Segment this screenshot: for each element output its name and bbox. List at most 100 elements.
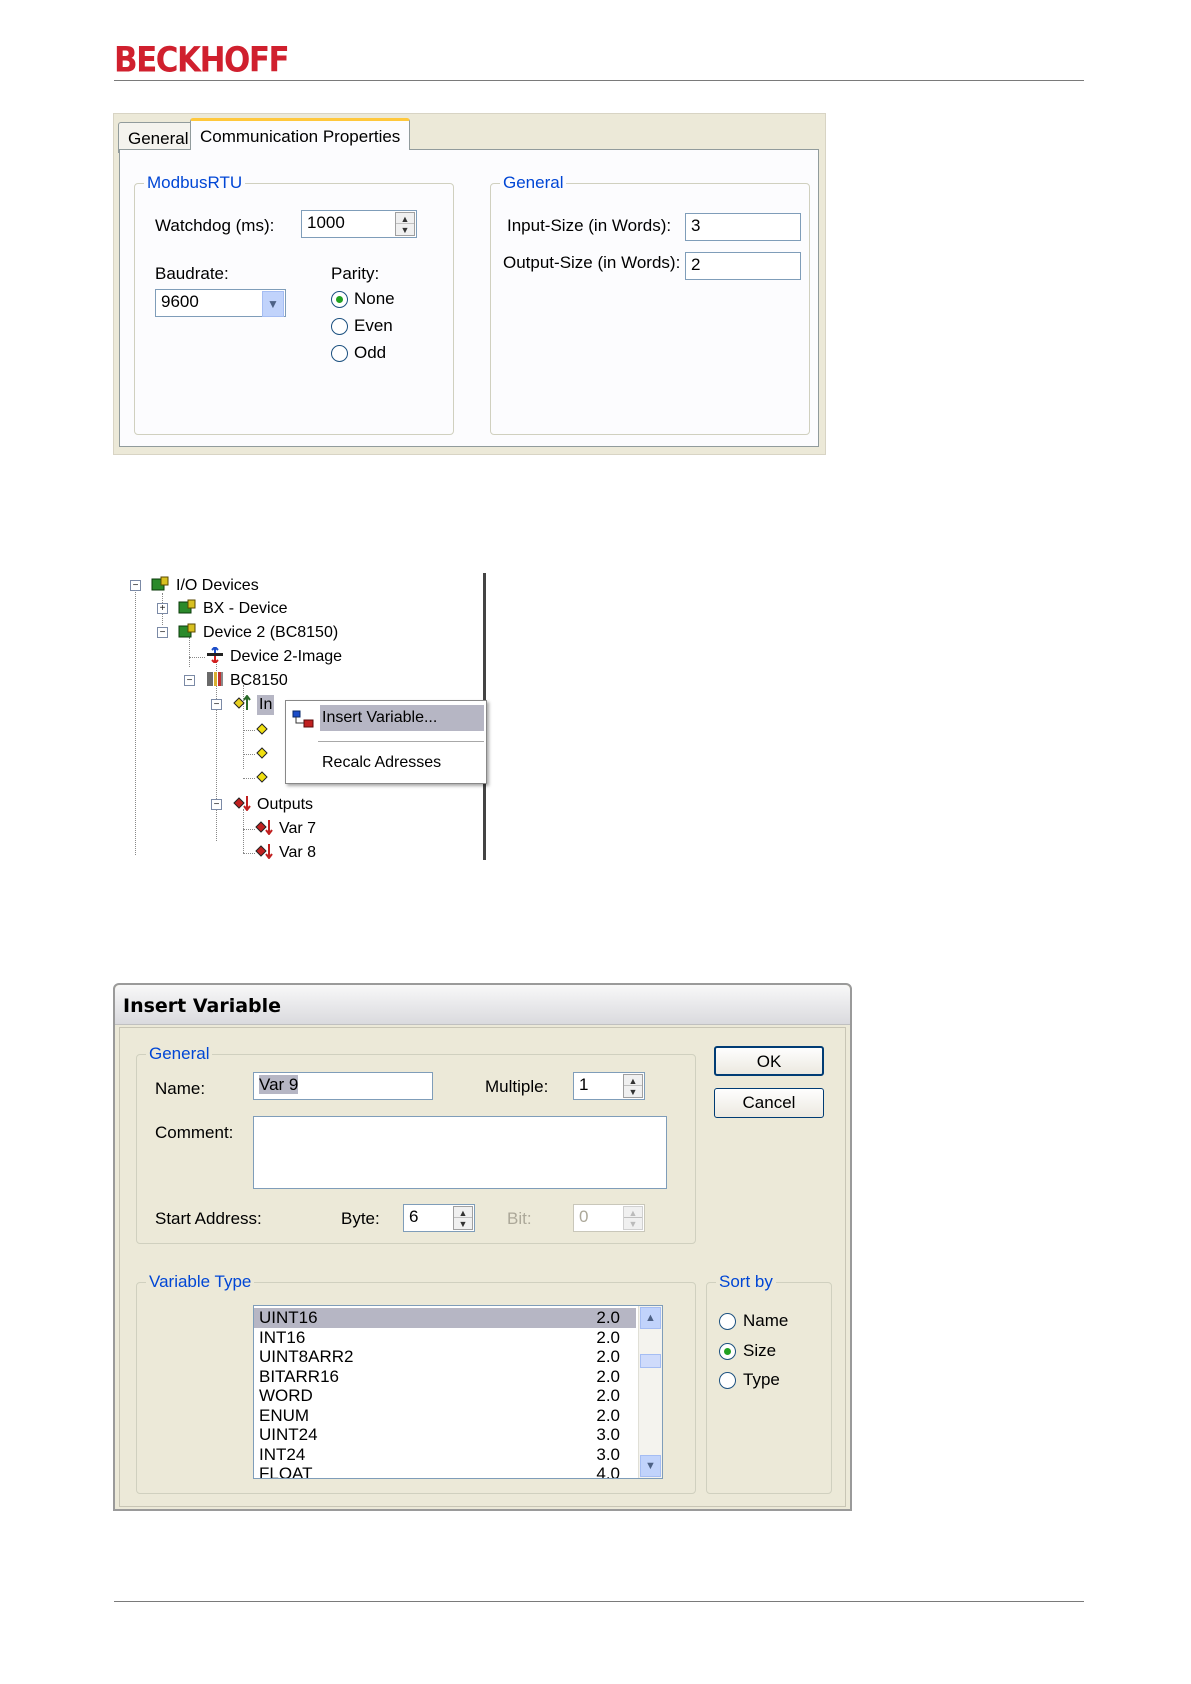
collapse-device-2[interactable]: − bbox=[157, 627, 168, 638]
variable-type-size: 3.0 bbox=[596, 1425, 620, 1444]
variable-type-size: 2.0 bbox=[596, 1308, 620, 1327]
variable-type-size: 2.0 bbox=[596, 1405, 620, 1425]
header-rule bbox=[114, 80, 1084, 81]
multiple-field[interactable]: 1 ▲ ▼ bbox=[573, 1072, 645, 1100]
tree-node-outputs[interactable]: Outputs bbox=[257, 795, 313, 815]
variable-type-row[interactable]: UINT24 3.0 bbox=[254, 1425, 636, 1445]
parity-odd-radio[interactable] bbox=[331, 345, 348, 362]
menu-item-insert-variable[interactable]: Insert Variable... bbox=[322, 708, 437, 728]
multiple-value: 1 bbox=[579, 1075, 589, 1094]
tab-communication-properties[interactable]: Communication Properties bbox=[190, 118, 411, 150]
variable-type-row[interactable]: INT16 2.0 bbox=[254, 1328, 636, 1348]
parity-even-radio[interactable] bbox=[331, 318, 348, 335]
comment-field[interactable] bbox=[253, 1116, 667, 1189]
output-var-icon bbox=[255, 844, 273, 859]
scroll-down-icon[interactable]: ▼ bbox=[640, 1455, 661, 1477]
variable-type-name: BITARR16 bbox=[259, 1366, 339, 1386]
parity-none-radio[interactable] bbox=[331, 291, 348, 308]
multiple-spinner[interactable]: ▲ ▼ bbox=[623, 1074, 643, 1098]
menu-item-recalc-adresses[interactable]: Recalc Adresses bbox=[322, 753, 441, 773]
bit-value: 0 bbox=[579, 1207, 589, 1226]
variable-type-row[interactable]: ENUM 2.0 bbox=[254, 1406, 636, 1426]
variable-type-name: INT16 bbox=[259, 1327, 306, 1347]
modbusrtu-group: ModbusRTU Watchdog (ms): 1000 ▲ ▼ Baudrat… bbox=[134, 173, 454, 435]
variable-type-name: UINT16 bbox=[259, 1308, 318, 1327]
byte-spinner[interactable]: ▲ ▼ bbox=[453, 1206, 473, 1230]
process-image-icon bbox=[207, 647, 223, 663]
variable-type-name: UINT8ARR2 bbox=[259, 1347, 354, 1366]
tree-node-bc8150[interactable]: BC8150 bbox=[230, 671, 288, 691]
outputs-icon bbox=[233, 796, 251, 811]
variable-type-row[interactable]: UINT16 2.0 bbox=[254, 1308, 636, 1328]
sort-size-radio[interactable] bbox=[719, 1343, 736, 1360]
modbusrtu-group-title: ModbusRTU bbox=[144, 173, 246, 193]
variable-type-size: 2.0 bbox=[596, 1327, 620, 1347]
parity-odd-label: Odd bbox=[354, 343, 387, 362]
baudrate-select[interactable]: 9600 ▼ bbox=[155, 289, 286, 317]
sort-type-radio[interactable] bbox=[719, 1372, 736, 1389]
tree-node-var-7[interactable]: Var 7 bbox=[279, 819, 316, 839]
sort-by-group-title: Sort by bbox=[716, 1272, 776, 1292]
input-size-field[interactable]: 3 bbox=[685, 213, 801, 241]
general-group-title: General bbox=[146, 1044, 213, 1064]
variable-type-group: Variable Type UINT16 2.0 INT16 2.0 UINT8ARR2… bbox=[136, 1272, 696, 1494]
output-var-icon bbox=[255, 820, 273, 835]
general-group: General Name: Var 9 Multiple: 1 ▲ ▼ Comme… bbox=[136, 1044, 696, 1244]
name-field[interactable]: Var 9 bbox=[253, 1072, 433, 1100]
input-size-value: 3 bbox=[691, 216, 701, 235]
byte-field[interactable]: 6 ▲ ▼ bbox=[403, 1204, 475, 1232]
tree-node-bx-device[interactable]: BX - Device bbox=[203, 599, 287, 619]
scroll-up-icon[interactable]: ▲ bbox=[640, 1307, 661, 1329]
tree-node-device-2[interactable]: Device 2 (BC8150) bbox=[203, 623, 338, 643]
variable-type-row[interactable]: BITARR16 2.0 bbox=[254, 1367, 636, 1387]
tree-node-inputs[interactable]: In bbox=[257, 695, 275, 715]
input-var-icon bbox=[256, 747, 268, 759]
collapse-io-devices[interactable]: − bbox=[130, 580, 141, 591]
name-label: Name: bbox=[155, 1079, 206, 1098]
io-devices-icon bbox=[151, 576, 169, 591]
inputs-icon bbox=[233, 695, 251, 710]
output-size-field[interactable]: 2 bbox=[685, 252, 801, 280]
name-value: Var 9 bbox=[259, 1075, 299, 1094]
bx-device-icon bbox=[178, 599, 196, 614]
watchdog-field[interactable]: 1000 ▲ ▼ bbox=[301, 210, 417, 238]
footer-rule bbox=[114, 1601, 1084, 1602]
variable-type-row[interactable]: UINT8ARR2 2.0 bbox=[254, 1347, 636, 1367]
parity-label: Parity: bbox=[331, 264, 380, 283]
input-var-icon bbox=[256, 771, 268, 783]
scroll-thumb[interactable] bbox=[640, 1354, 661, 1368]
watchdog-label: Watchdog (ms): bbox=[155, 216, 275, 235]
collapse-bc8150[interactable]: − bbox=[184, 675, 195, 686]
sort-name-label: Name bbox=[743, 1311, 789, 1330]
comment-label: Comment: bbox=[155, 1123, 234, 1142]
collapse-inputs[interactable]: − bbox=[211, 699, 222, 710]
variable-type-name: ENUM bbox=[259, 1405, 310, 1425]
variable-type-name: UINT24 bbox=[259, 1425, 318, 1444]
cancel-button[interactable]: Cancel bbox=[714, 1088, 824, 1118]
sort-name-radio[interactable] bbox=[719, 1313, 736, 1330]
vertical-scrollbar[interactable]: ▲ ▼ bbox=[638, 1306, 662, 1478]
expand-bx-device[interactable]: + bbox=[157, 603, 168, 614]
start-address-label: Start Address: bbox=[155, 1209, 262, 1228]
variable-type-row[interactable]: INT24 3.0 bbox=[254, 1445, 636, 1465]
collapse-outputs[interactable]: − bbox=[211, 799, 222, 810]
bit-spinner: ▲ ▼ bbox=[623, 1206, 643, 1230]
variable-type-row[interactable]: WORD 2.0 bbox=[254, 1386, 636, 1406]
ok-button[interactable]: OK bbox=[714, 1046, 824, 1076]
variable-type-list[interactable]: UINT16 2.0 INT16 2.0 UINT8ARR2 2.0 BITARR16 2.0… bbox=[253, 1305, 663, 1479]
general-size-group-title: General bbox=[500, 173, 567, 193]
baudrate-label: Baudrate: bbox=[155, 264, 229, 283]
bit-label: Bit: bbox=[507, 1209, 532, 1228]
bit-field: 0 ▲ ▼ bbox=[573, 1204, 645, 1232]
watchdog-spinner[interactable]: ▲ ▼ bbox=[395, 212, 415, 236]
tree-node-io-devices[interactable]: I/O Devices bbox=[176, 576, 259, 596]
parity-none-label: None bbox=[354, 289, 395, 308]
tree-node-device-2-image[interactable]: Device 2-Image bbox=[230, 647, 342, 667]
communication-properties-panel: General Communication Properties ModbusR… bbox=[113, 113, 826, 455]
dialog-body: General Name: Var 9 Multiple: 1 ▲ ▼ Comme… bbox=[119, 1027, 846, 1507]
beckhoff-logo: BECKHOFF bbox=[114, 40, 290, 81]
tree-node-var-8[interactable]: Var 8 bbox=[279, 843, 316, 863]
dialog-title: Insert Variable bbox=[115, 985, 850, 1025]
chevron-down-icon[interactable]: ▼ bbox=[262, 291, 284, 317]
variable-type-row[interactable]: FLOAT 4.0 bbox=[254, 1464, 636, 1478]
